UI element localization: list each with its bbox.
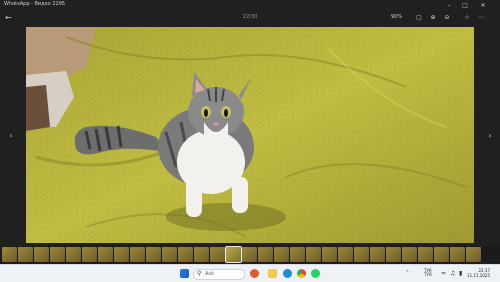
fit-window-icon[interactable]: ▢ — [414, 13, 424, 23]
filmstrip-thumbnail[interactable] — [82, 247, 97, 262]
close-icon[interactable]: ✕ — [476, 0, 490, 11]
image-counter: 22/30 — [242, 14, 258, 20]
chevron-up-icon[interactable]: ˄ — [406, 270, 409, 277]
cat-on-blanket-image — [26, 27, 474, 243]
language-indicator[interactable]: ТУК ТУЯ — [424, 269, 432, 277]
search-placeholder: Ask — [205, 271, 214, 277]
battery-icon[interactable]: ▮ — [459, 270, 462, 277]
filmstrip-thumbnail[interactable] — [18, 247, 33, 262]
filmstrip-thumbnail[interactable] — [402, 247, 417, 262]
chrome-icon[interactable] — [297, 269, 306, 278]
filmstrip-thumbnail[interactable] — [178, 247, 193, 262]
filmstrip-thumbnail[interactable] — [66, 247, 81, 262]
clock[interactable]: 22:37 11.11.2025 — [467, 268, 490, 278]
copilot-icon[interactable] — [250, 269, 259, 278]
filmstrip — [0, 246, 500, 263]
back-arrow-icon[interactable]: ← — [5, 13, 15, 23]
filmstrip-thumbnail[interactable] — [225, 246, 242, 263]
search-icon: ⚲ — [197, 270, 202, 277]
more-icon[interactable]: ⋯ — [476, 13, 486, 23]
cat-photo — [26, 27, 474, 243]
filmstrip-thumbnail[interactable] — [50, 247, 65, 262]
zoom-level[interactable]: 90% — [391, 14, 402, 20]
minimize-icon[interactable]: – — [442, 0, 456, 11]
windows-start-icon[interactable] — [180, 269, 189, 278]
filmstrip-thumbnail[interactable] — [338, 247, 353, 262]
filmstrip-thumbnail[interactable] — [306, 247, 321, 262]
taskbar: ⚲ Ask ˄ ТУК ТУЯ ≈ ♫ ▮ 22:37 11.11.2025 — [0, 264, 500, 282]
filmstrip-thumbnail[interactable] — [194, 247, 209, 262]
file-explorer-icon[interactable] — [268, 269, 277, 278]
filmstrip-thumbnail[interactable] — [98, 247, 113, 262]
filmstrip-thumbnail[interactable] — [450, 247, 465, 262]
filmstrip-thumbnail[interactable] — [386, 247, 401, 262]
speaker-icon[interactable]: ♫ — [450, 270, 455, 277]
window-title: WhatsApp - Видео 2295 — [4, 1, 66, 7]
filmstrip-thumbnail[interactable] — [130, 247, 145, 262]
title-bar: WhatsApp - Видео 2295 – □ ✕ — [0, 0, 500, 11]
zoom-out-icon[interactable]: ⊖ — [442, 13, 452, 23]
filmstrip-thumbnail[interactable] — [354, 247, 369, 262]
filmstrip-thumbnail[interactable] — [146, 247, 161, 262]
chevron-right-icon[interactable]: › — [486, 130, 494, 142]
viewer-toolbar: ← 22/30 90% ▢ ⊕ ⊖ ☆ ⋯ — [0, 11, 500, 25]
zoom-in-icon[interactable]: ⊕ — [428, 13, 438, 23]
maximize-icon[interactable]: □ — [458, 0, 472, 11]
filmstrip-thumbnail[interactable] — [466, 247, 481, 262]
filmstrip-thumbnail[interactable] — [2, 247, 17, 262]
filmstrip-thumbnail[interactable] — [418, 247, 433, 262]
taskbar-search[interactable]: ⚲ Ask — [193, 269, 245, 280]
date: 11.11.2025 — [467, 273, 490, 278]
filmstrip-thumbnail[interactable] — [210, 247, 225, 262]
favorite-icon[interactable]: ☆ — [462, 13, 472, 23]
filmstrip-thumbnail[interactable] — [322, 247, 337, 262]
filmstrip-thumbnail[interactable] — [274, 247, 289, 262]
filmstrip-thumbnail[interactable] — [370, 247, 385, 262]
filmstrip-thumbnail[interactable] — [434, 247, 449, 262]
edge-icon[interactable] — [283, 269, 292, 278]
filmstrip-thumbnail[interactable] — [114, 247, 129, 262]
chevron-left-icon[interactable]: ‹ — [7, 130, 15, 142]
filmstrip-thumbnail[interactable] — [258, 247, 273, 262]
filmstrip-thumbnail[interactable] — [34, 247, 49, 262]
filmstrip-thumbnail[interactable] — [242, 247, 257, 262]
filmstrip-thumbnail[interactable] — [162, 247, 177, 262]
whatsapp-icon[interactable] — [311, 269, 320, 278]
wifi-icon[interactable]: ≈ — [441, 270, 446, 277]
filmstrip-thumbnail[interactable] — [290, 247, 305, 262]
